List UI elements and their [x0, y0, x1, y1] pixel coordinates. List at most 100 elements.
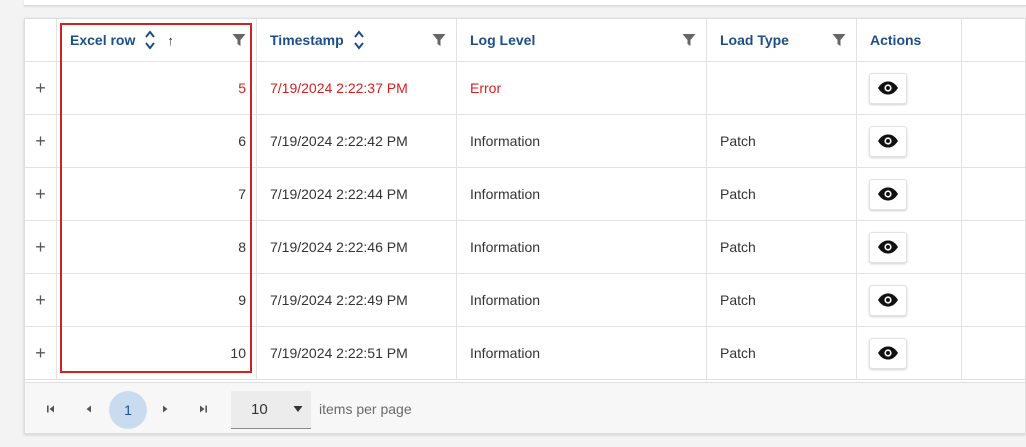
eye-icon — [878, 81, 898, 95]
expand-row-button[interactable]: + — [35, 78, 46, 99]
view-details-button[interactable] — [869, 231, 907, 263]
header-actions: Actions — [857, 19, 962, 61]
timestamp-value: 7/19/2024 2:22:51 PM — [270, 345, 408, 361]
table-row: + 6 7/19/2024 2:22:42 PM Information Pat… — [25, 115, 1025, 168]
last-page-icon — [200, 405, 207, 413]
load-type-value: Patch — [720, 186, 756, 202]
actions-cell — [857, 168, 962, 220]
sort-ascending-arrow-icon: ↑ — [167, 32, 174, 48]
timestamp-value: 7/19/2024 2:22:46 PM — [270, 239, 408, 255]
filter-icon[interactable] — [682, 33, 696, 47]
actions-cell — [857, 115, 962, 167]
filter-icon[interactable] — [832, 33, 846, 47]
expand-row-button[interactable]: + — [35, 290, 46, 311]
expand-row-button[interactable]: + — [35, 184, 46, 205]
expand-row-button[interactable]: + — [35, 131, 46, 152]
actions-cell — [857, 327, 962, 379]
timestamp-cell: 7/19/2024 2:22:51 PM — [257, 327, 457, 379]
expand-cell: + — [25, 168, 57, 220]
table-row: + 10 7/19/2024 2:22:51 PM Information Pa… — [25, 327, 1025, 380]
log-level-value: Error — [470, 80, 502, 96]
header-log-level[interactable]: Log Level — [457, 19, 707, 61]
first-page-button[interactable] — [39, 397, 63, 421]
first-page-icon — [47, 405, 54, 413]
eye-icon — [878, 346, 898, 360]
excel-row-cell: 6 — [57, 115, 257, 167]
prev-page-icon — [86, 405, 91, 413]
expand-cell: + — [25, 221, 57, 273]
excel-row-cell: 7 — [57, 168, 257, 220]
timestamp-cell: 7/19/2024 2:22:46 PM — [257, 221, 457, 273]
load-type-value: Patch — [720, 292, 756, 308]
timestamp-value: 7/19/2024 2:22:44 PM — [270, 186, 408, 202]
expand-cell: + — [25, 274, 57, 326]
expand-cell: + — [25, 62, 57, 114]
view-details-button[interactable] — [869, 178, 907, 210]
header-excel-row[interactable]: Excel row ↑ — [57, 19, 257, 61]
timestamp-cell: 7/19/2024 2:22:44 PM — [257, 168, 457, 220]
filter-icon[interactable] — [432, 33, 446, 47]
last-page-button[interactable] — [191, 397, 215, 421]
table-row: + 9 7/19/2024 2:22:49 PM Information Pat… — [25, 274, 1025, 327]
view-details-button[interactable] — [869, 284, 907, 316]
header-timestamp[interactable]: Timestamp — [257, 19, 457, 61]
excel-row-value: 7 — [238, 186, 246, 202]
load-type-value: Patch — [720, 239, 756, 255]
caret-down-icon — [293, 406, 303, 412]
excel-row-cell: 8 — [57, 221, 257, 273]
log-level-cell: Information — [457, 115, 707, 167]
sort-icon[interactable] — [145, 30, 156, 50]
page-size-value: 10 — [251, 401, 268, 418]
log-level-value: Information — [470, 292, 541, 308]
log-level-value: Information — [470, 239, 541, 255]
load-type-cell: Patch — [707, 274, 857, 326]
table-row: + 5 7/19/2024 2:22:37 PM Error — [25, 62, 1025, 115]
prev-page-button[interactable] — [77, 397, 101, 421]
header-expand-column — [25, 19, 57, 61]
excel-row-cell: 9 — [57, 274, 257, 326]
log-grid: Excel row ↑ Timestamp Log Level Load Typ… — [24, 18, 1026, 434]
sort-icon[interactable] — [353, 30, 364, 50]
load-type-cell: Patch — [707, 327, 857, 379]
header-actions-label: Actions — [870, 32, 922, 48]
timestamp-cell: 7/19/2024 2:22:49 PM — [257, 274, 457, 326]
log-level-cell: Information — [457, 274, 707, 326]
header-load-type[interactable]: Load Type — [707, 19, 857, 61]
expand-cell: + — [25, 115, 57, 167]
load-type-cell: Patch — [707, 115, 857, 167]
eye-icon — [878, 187, 898, 201]
log-level-value: Information — [470, 133, 541, 149]
expand-cell: + — [25, 327, 57, 379]
timestamp-cell: 7/19/2024 2:22:42 PM — [257, 115, 457, 167]
expand-row-button[interactable]: + — [35, 237, 46, 258]
next-page-icon — [163, 405, 168, 413]
actions-cell — [857, 274, 962, 326]
eye-icon — [878, 240, 898, 254]
log-level-cell: Information — [457, 168, 707, 220]
view-details-button[interactable] — [869, 337, 907, 369]
table-row: + 7 7/19/2024 2:22:44 PM Information Pat… — [25, 168, 1025, 221]
page-number-current[interactable]: 1 — [109, 391, 147, 429]
excel-row-cell: 10 — [57, 327, 257, 379]
table-row: + 8 7/19/2024 2:22:46 PM Information Pat… — [25, 221, 1025, 274]
view-details-button[interactable] — [869, 125, 907, 157]
log-level-cell: Information — [457, 327, 707, 379]
expand-row-button[interactable]: + — [35, 343, 46, 364]
load-type-cell — [707, 62, 857, 114]
header-log-level-label: Log Level — [470, 32, 536, 48]
log-level-cell: Error — [457, 62, 707, 114]
load-type-cell: Patch — [707, 168, 857, 220]
excel-row-value: 5 — [238, 80, 246, 96]
page-size-select[interactable]: 10 — [231, 391, 311, 429]
load-type-value: Patch — [720, 345, 756, 361]
excel-row-value: 9 — [238, 292, 246, 308]
filter-icon[interactable] — [232, 33, 246, 47]
eye-icon — [878, 293, 898, 307]
view-details-button[interactable] — [869, 72, 907, 104]
excel-row-value: 6 — [238, 133, 246, 149]
next-page-button[interactable] — [153, 397, 177, 421]
timestamp-value: 7/19/2024 2:22:49 PM — [270, 292, 408, 308]
pager: 1 10 items per page — [25, 382, 1025, 433]
timestamp-cell: 7/19/2024 2:22:37 PM — [257, 62, 457, 114]
excel-row-value: 10 — [230, 345, 246, 361]
